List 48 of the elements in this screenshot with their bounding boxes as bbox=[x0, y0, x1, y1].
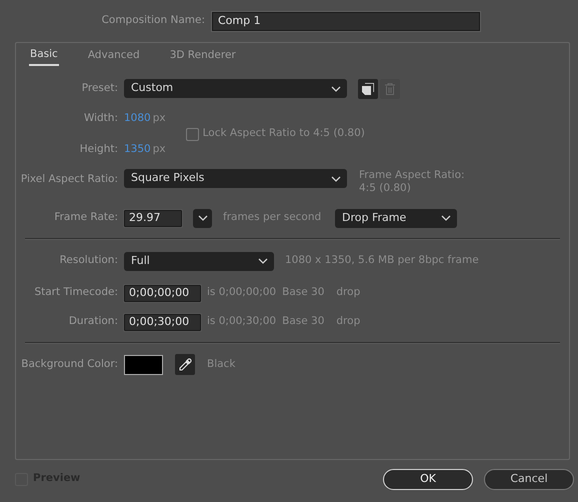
dropdown-button[interactable] bbox=[193, 208, 212, 228]
page-icon bbox=[362, 82, 374, 94]
field-label: Pixel Aspect Ratio: bbox=[20, 172, 118, 187]
trash-icon bbox=[385, 82, 395, 94]
color-name: Black bbox=[207, 356, 236, 372]
chevron-icon bbox=[258, 258, 268, 264]
chevron-icon bbox=[331, 176, 341, 182]
info-text: Base 30 bbox=[282, 285, 324, 300]
dialog-button[interactable]: OK bbox=[383, 468, 473, 490]
dropdown[interactable]: Full bbox=[124, 252, 274, 270]
info-value: 4:5 (0.80) bbox=[359, 182, 412, 195]
field-label: Frame Rate: bbox=[53, 210, 118, 226]
dialog-button[interactable]: Cancel bbox=[484, 468, 574, 490]
checkbox[interactable] bbox=[186, 128, 199, 140]
tab[interactable]: Basic bbox=[29, 47, 59, 66]
field-label: Composition Name: bbox=[100, 13, 205, 28]
unit-label: frames per second bbox=[223, 210, 322, 226]
field-label: Background Color: bbox=[20, 356, 118, 372]
color-swatch[interactable] bbox=[124, 354, 163, 374]
checkbox-label: Lock Aspect Ratio to 4:5 (0.80) bbox=[202, 126, 365, 142]
field-label: Width: bbox=[82, 110, 118, 126]
number-field[interactable]: 29.97 bbox=[124, 210, 182, 226]
chevron-icon bbox=[331, 86, 341, 92]
info-text: drop bbox=[336, 285, 360, 300]
field-label: Duration: bbox=[68, 314, 118, 330]
info-text: Base 30 bbox=[282, 314, 324, 330]
timecode-field[interactable]: 0;00;30;00 bbox=[124, 314, 201, 330]
info-label: Frame Aspect Ratio: bbox=[359, 169, 465, 182]
unit-label: px bbox=[152, 142, 166, 157]
name-field[interactable]: Comp 1 bbox=[212, 12, 480, 30]
field-label: Start Timecode: bbox=[33, 285, 118, 300]
field-label: Resolution: bbox=[58, 253, 118, 268]
info-text: is 0;00;00;00 bbox=[207, 285, 276, 300]
field-label: Preset: bbox=[80, 80, 118, 96]
info-text: drop bbox=[336, 314, 360, 330]
dropdown[interactable]: Custom bbox=[124, 79, 347, 98]
new-preset-button[interactable] bbox=[358, 78, 378, 98]
dropdown[interactable]: Drop Frame bbox=[335, 208, 457, 228]
chevron-icon bbox=[198, 215, 208, 221]
eyedropper-button[interactable] bbox=[175, 354, 195, 375]
field-label: Height: bbox=[78, 142, 118, 157]
dropdown[interactable]: Square Pixels bbox=[124, 169, 347, 188]
timecode-field[interactable]: 0;00;00;00 bbox=[124, 284, 201, 302]
info-text: 1080 x 1350, 5.6 MB per 8bpc frame bbox=[285, 253, 479, 268]
chevron-icon bbox=[441, 215, 451, 221]
info-text: is 0;00;30;00 bbox=[207, 314, 276, 330]
eyedropper-icon bbox=[178, 358, 192, 371]
unit-label: px bbox=[152, 110, 166, 126]
